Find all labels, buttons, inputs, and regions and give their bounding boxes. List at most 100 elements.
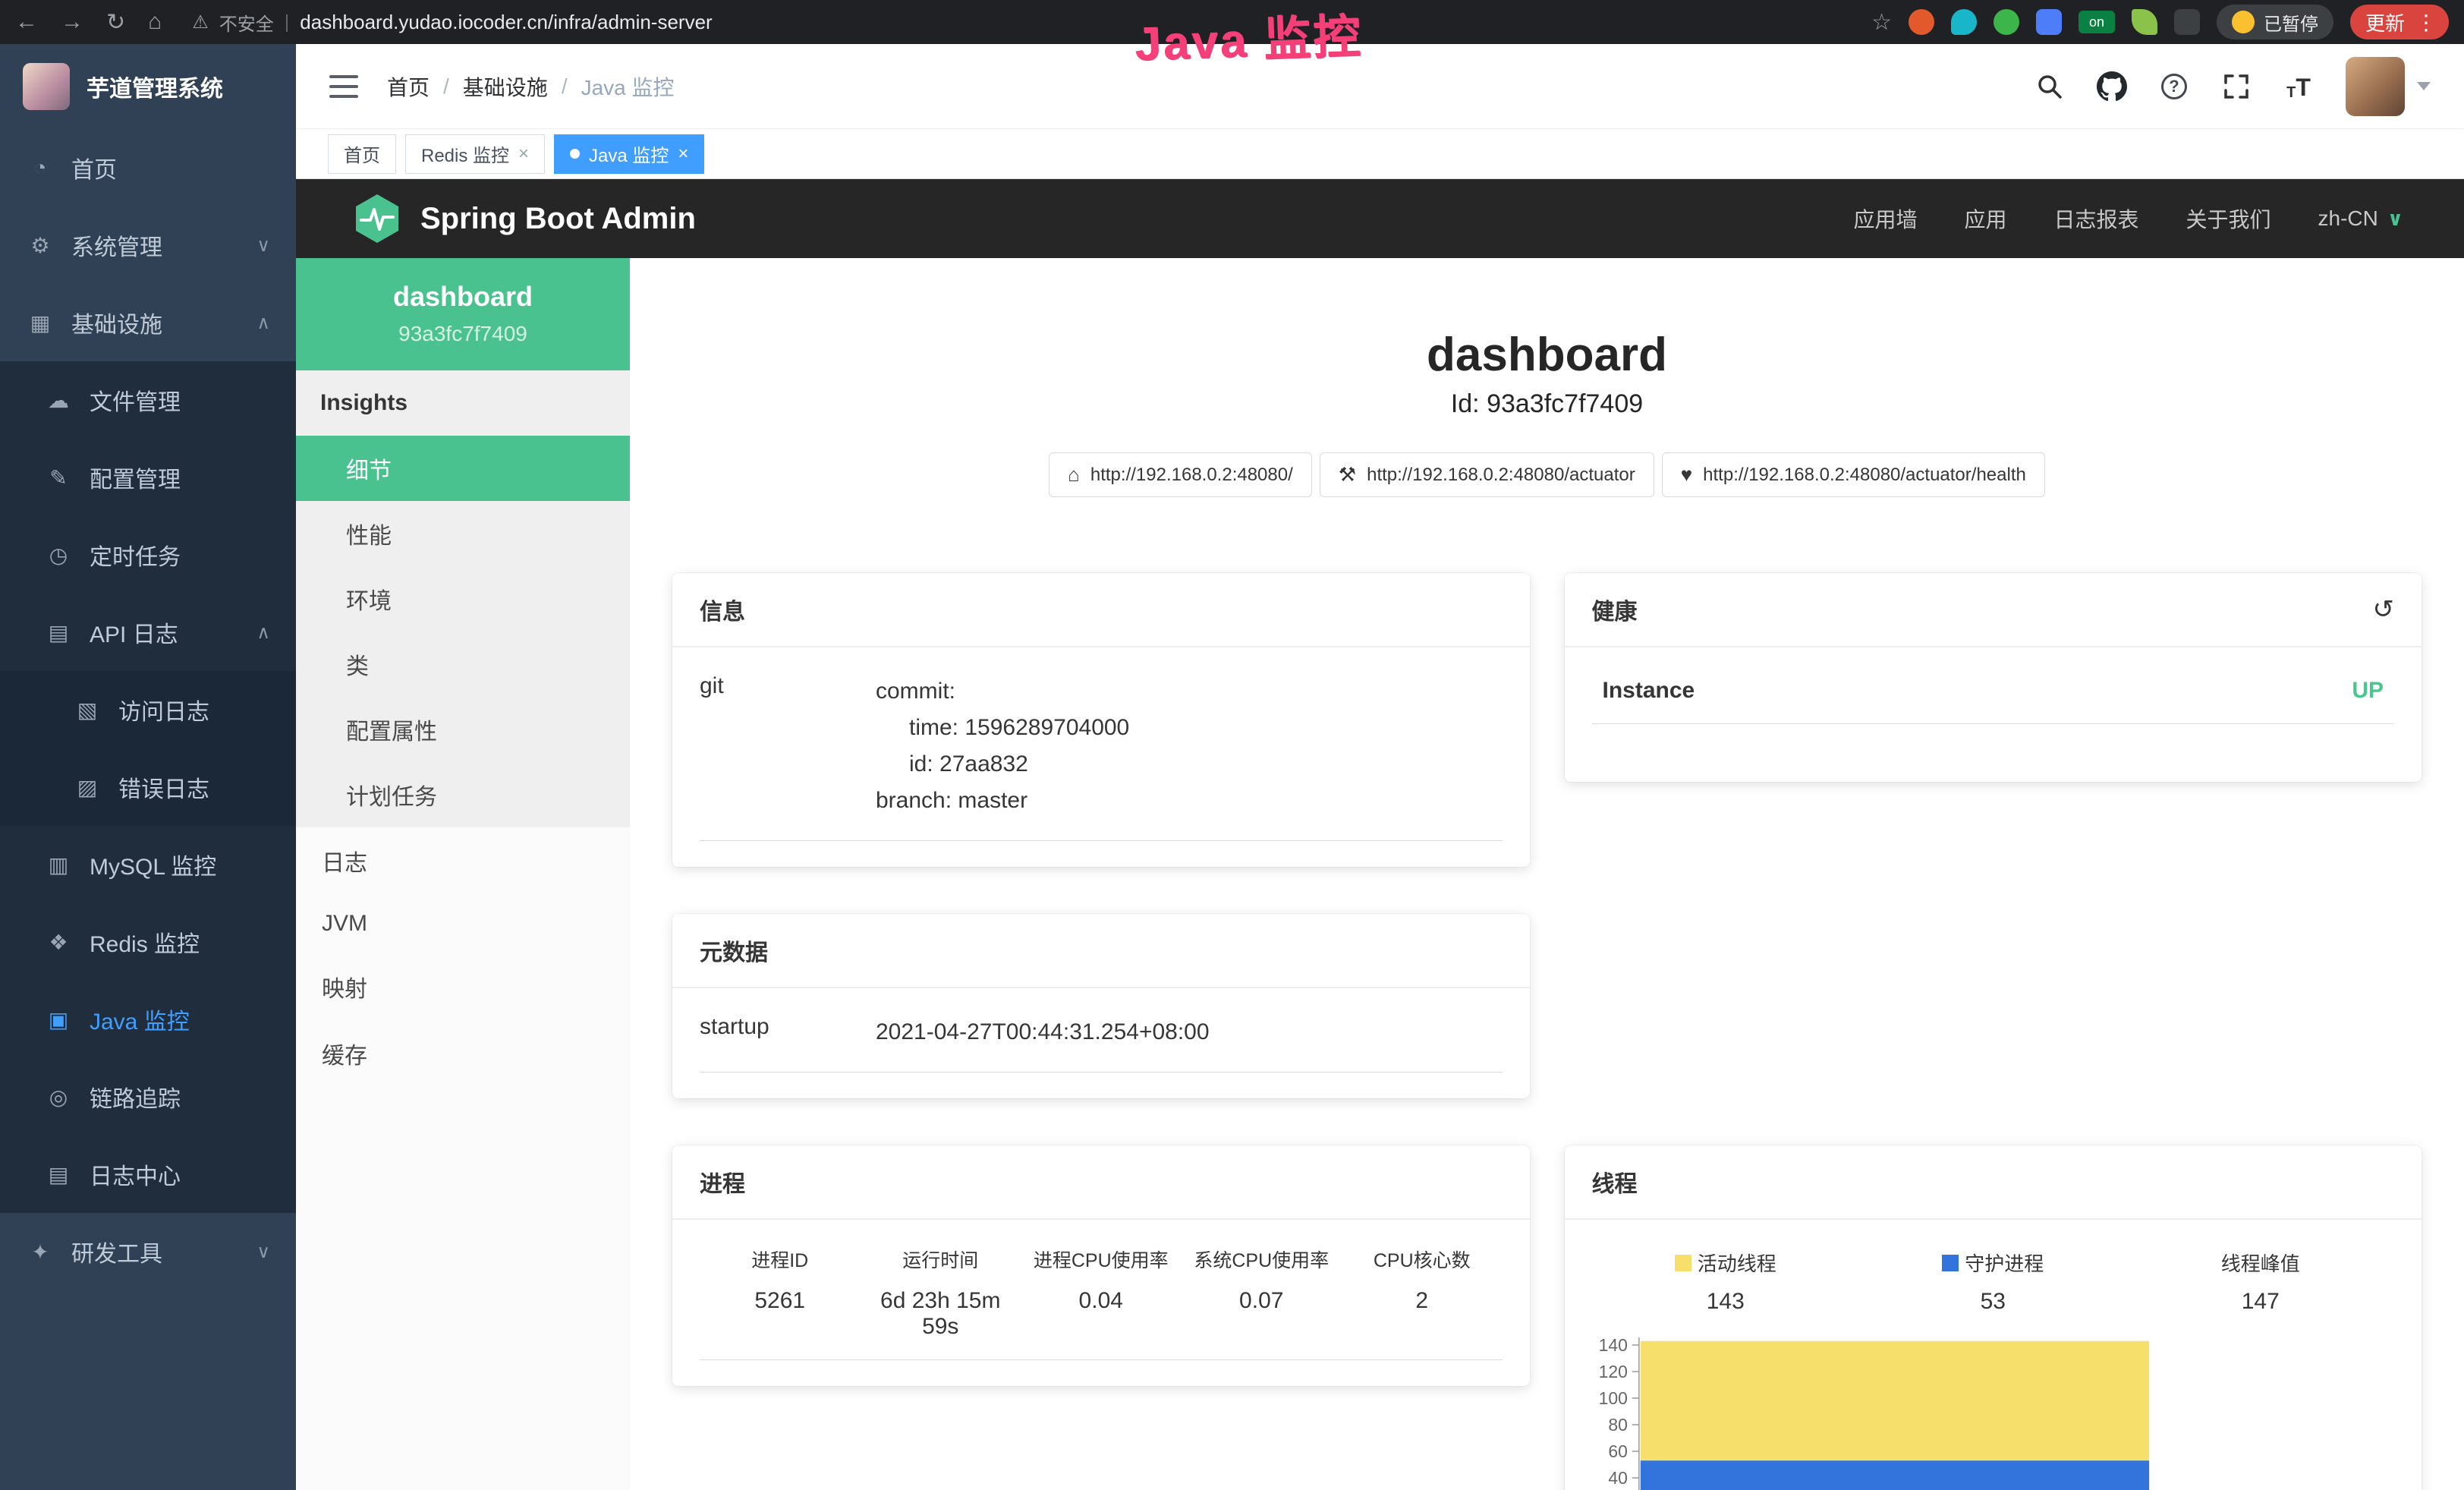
- extension-icon[interactable]: [2132, 9, 2157, 35]
- sba-item-caches[interactable]: 缓存: [296, 1020, 630, 1087]
- sidebar-item-label: 访问日志: [118, 693, 209, 726]
- error-log-icon: ▨: [73, 775, 102, 800]
- threads-card: 线程 活动线程 143 守护进程 53: [1565, 1145, 2422, 1490]
- sidebar-item-scheduled-tasks[interactable]: ◷ 定时任务: [0, 516, 296, 594]
- reload-icon[interactable]: ↻: [106, 9, 125, 36]
- chevron-down-icon: ∨: [256, 1241, 270, 1263]
- service-url-link[interactable]: ⌂ http://192.168.0.2:48080/: [1049, 452, 1312, 497]
- process-col-value: 0.07: [1182, 1288, 1342, 1314]
- sba-nav-journal[interactable]: 日志报表: [2054, 203, 2139, 234]
- actuator-url-link[interactable]: ⚒ http://192.168.0.2:48080/actuator: [1320, 452, 1654, 497]
- log-icon: ▤: [44, 620, 73, 645]
- sidebar-item-error-logs[interactable]: ▨ 错误日志: [0, 748, 296, 826]
- app-logo[interactable]: 芋道管理系统: [0, 44, 296, 129]
- home-icon[interactable]: ⌂: [148, 9, 162, 35]
- font-size-icon[interactable]: TT: [2283, 71, 2314, 102]
- language-selector[interactable]: zh-CN ∨: [2318, 206, 2403, 231]
- sidebar-item-file-management[interactable]: ☁ 文件管理: [0, 361, 296, 439]
- process-col-value: 2: [1342, 1288, 1503, 1314]
- sidebar-item-api-logs[interactable]: ▤ API 日志 ∧: [0, 594, 296, 671]
- sidebar-item-trace[interactable]: ◎ 链路追踪: [0, 1058, 296, 1136]
- address-bar[interactable]: ⚠ 不安全 | dashboard.yudao.iocoder.cn/infra…: [192, 9, 712, 36]
- sba-item-classes[interactable]: 类: [296, 632, 630, 697]
- legend-value: 53: [1859, 1289, 2127, 1315]
- redis-icon: ❖: [44, 930, 73, 955]
- log-center-icon: ▤: [44, 1162, 73, 1187]
- breadcrumb-item[interactable]: 基础设施: [463, 71, 548, 102]
- close-icon[interactable]: ×: [518, 143, 529, 165]
- sba-nav-about[interactable]: 关于我们: [2186, 203, 2271, 234]
- instance-header[interactable]: dashboard 93a3fc7f7409: [296, 258, 630, 370]
- health-url-link[interactable]: ♥ http://192.168.0.2:48080/actuator/heal…: [1662, 452, 2045, 497]
- history-icon[interactable]: ↺: [2373, 594, 2395, 625]
- process-card: 进程 进程ID5261 运行时间6d 23h 15m 59s 进程CPU使用率0…: [672, 1145, 1530, 1386]
- avatar-caret-icon[interactable]: [2417, 82, 2431, 90]
- url-text[interactable]: dashboard.yudao.iocoder.cn/infra/admin-s…: [300, 11, 712, 34]
- sba-nav-wallboard[interactable]: 应用墙: [1853, 203, 1917, 234]
- tab-home[interactable]: 首页: [328, 134, 396, 174]
- dashboard-icon: ◔: [26, 156, 55, 180]
- security-label: 不安全: [219, 9, 274, 36]
- paused-badge[interactable]: 已暂停: [2217, 5, 2333, 39]
- emoji-icon: [2232, 11, 2255, 33]
- legend-label: 守护进程: [1965, 1249, 2044, 1277]
- sidebar-item-config-management[interactable]: ✎ 配置管理: [0, 439, 296, 516]
- sidebar-item-infrastructure[interactable]: ▦ 基础设施 ∧: [0, 284, 296, 361]
- breadcrumb-item-current: Java 监控: [581, 71, 675, 102]
- back-icon[interactable]: ←: [15, 9, 38, 35]
- divider: |: [285, 11, 290, 33]
- access-log-icon: ▧: [73, 698, 102, 723]
- legend-label: 线程峰值: [2221, 1249, 2300, 1277]
- app-header: 首页 / 基础设施 / Java 监控 ?: [296, 44, 2464, 129]
- health-status-badge: UP: [2352, 678, 2384, 704]
- card-title: 元数据: [700, 934, 768, 967]
- sidebar-item-label: 系统管理: [71, 228, 162, 262]
- extension-icon[interactable]: [1909, 9, 1934, 35]
- extension-icon[interactable]: [1994, 9, 2019, 35]
- sba-item-logs[interactable]: 日志: [296, 827, 630, 894]
- tab-java-monitor[interactable]: Java 监控 ×: [554, 134, 704, 174]
- sidebar-item-system-management[interactable]: ⚙ 系统管理 ∨: [0, 206, 296, 284]
- sba-item-config-props[interactable]: 配置属性: [296, 697, 630, 762]
- chrome-update-button[interactable]: 更新 ⋮: [2350, 5, 2449, 39]
- sba-nav-applications[interactable]: 应用: [1964, 203, 2006, 234]
- sba-item-mappings[interactable]: 映射: [296, 953, 630, 1020]
- sba-title[interactable]: Spring Boot Admin: [420, 202, 696, 236]
- sba-item-environment[interactable]: 环境: [296, 566, 630, 632]
- app-sidebar: 芋道管理系统 ◔ 首页 ⚙ 系统管理 ∨ ▦ 基础设施 ∧ ☁ 文件管理 ✎ 配…: [0, 44, 296, 1490]
- tab-redis-monitor[interactable]: Redis 监控 ×: [405, 134, 545, 174]
- sba-item-details[interactable]: 细节: [296, 436, 630, 501]
- browser-menu-icon[interactable]: ⋮: [2415, 10, 2437, 35]
- timer-icon: ◷: [44, 543, 73, 568]
- extension-on-badge[interactable]: on: [2079, 11, 2115, 33]
- sba-item-metrics[interactable]: 性能: [296, 501, 630, 566]
- help-icon[interactable]: ?: [2159, 71, 2189, 102]
- close-icon[interactable]: ×: [678, 143, 688, 165]
- extensions-puzzle-icon[interactable]: [2174, 9, 2200, 35]
- instance-id-line: Id: 93a3fc7f7409: [672, 389, 2422, 419]
- sidebar-item-dev-tools[interactable]: ✦ 研发工具 ∨: [0, 1213, 296, 1290]
- search-icon[interactable]: [2034, 71, 2065, 102]
- extension-icon[interactable]: [2036, 9, 2062, 35]
- forward-icon[interactable]: →: [61, 9, 83, 35]
- sidebar-item-access-logs[interactable]: ▧ 访问日志: [0, 671, 296, 748]
- sidebar-item-label: 首页: [71, 151, 117, 184]
- java-monitor-icon: ▣: [44, 1007, 73, 1032]
- svg-text:120: 120: [1598, 1362, 1627, 1381]
- breadcrumb-item[interactable]: 首页: [387, 71, 430, 102]
- sidebar-item-log-center[interactable]: ▤ 日志中心: [0, 1136, 296, 1213]
- sidebar-item-home[interactable]: ◔ 首页: [0, 129, 296, 206]
- sidebar-item-java-monitor[interactable]: ▣ Java 监控: [0, 981, 296, 1058]
- sba-item-scheduled-tasks[interactable]: 计划任务: [296, 762, 630, 827]
- extension-icon[interactable]: [1951, 9, 1977, 35]
- collapse-menu-icon[interactable]: [329, 75, 358, 98]
- gear-icon: ⚙: [26, 233, 55, 258]
- github-icon[interactable]: [2097, 71, 2127, 102]
- sidebar-item-redis-monitor[interactable]: ❖ Redis 监控: [0, 903, 296, 981]
- sidebar-item-mysql-monitor[interactable]: ▥ MySQL 监控: [0, 826, 296, 903]
- user-avatar[interactable]: [2346, 57, 2405, 116]
- bookmark-star-icon[interactable]: ☆: [1871, 9, 1892, 36]
- fullscreen-icon[interactable]: [2221, 71, 2252, 102]
- sba-item-jvm[interactable]: JVM: [296, 894, 630, 953]
- trace-icon: ◎: [44, 1085, 73, 1110]
